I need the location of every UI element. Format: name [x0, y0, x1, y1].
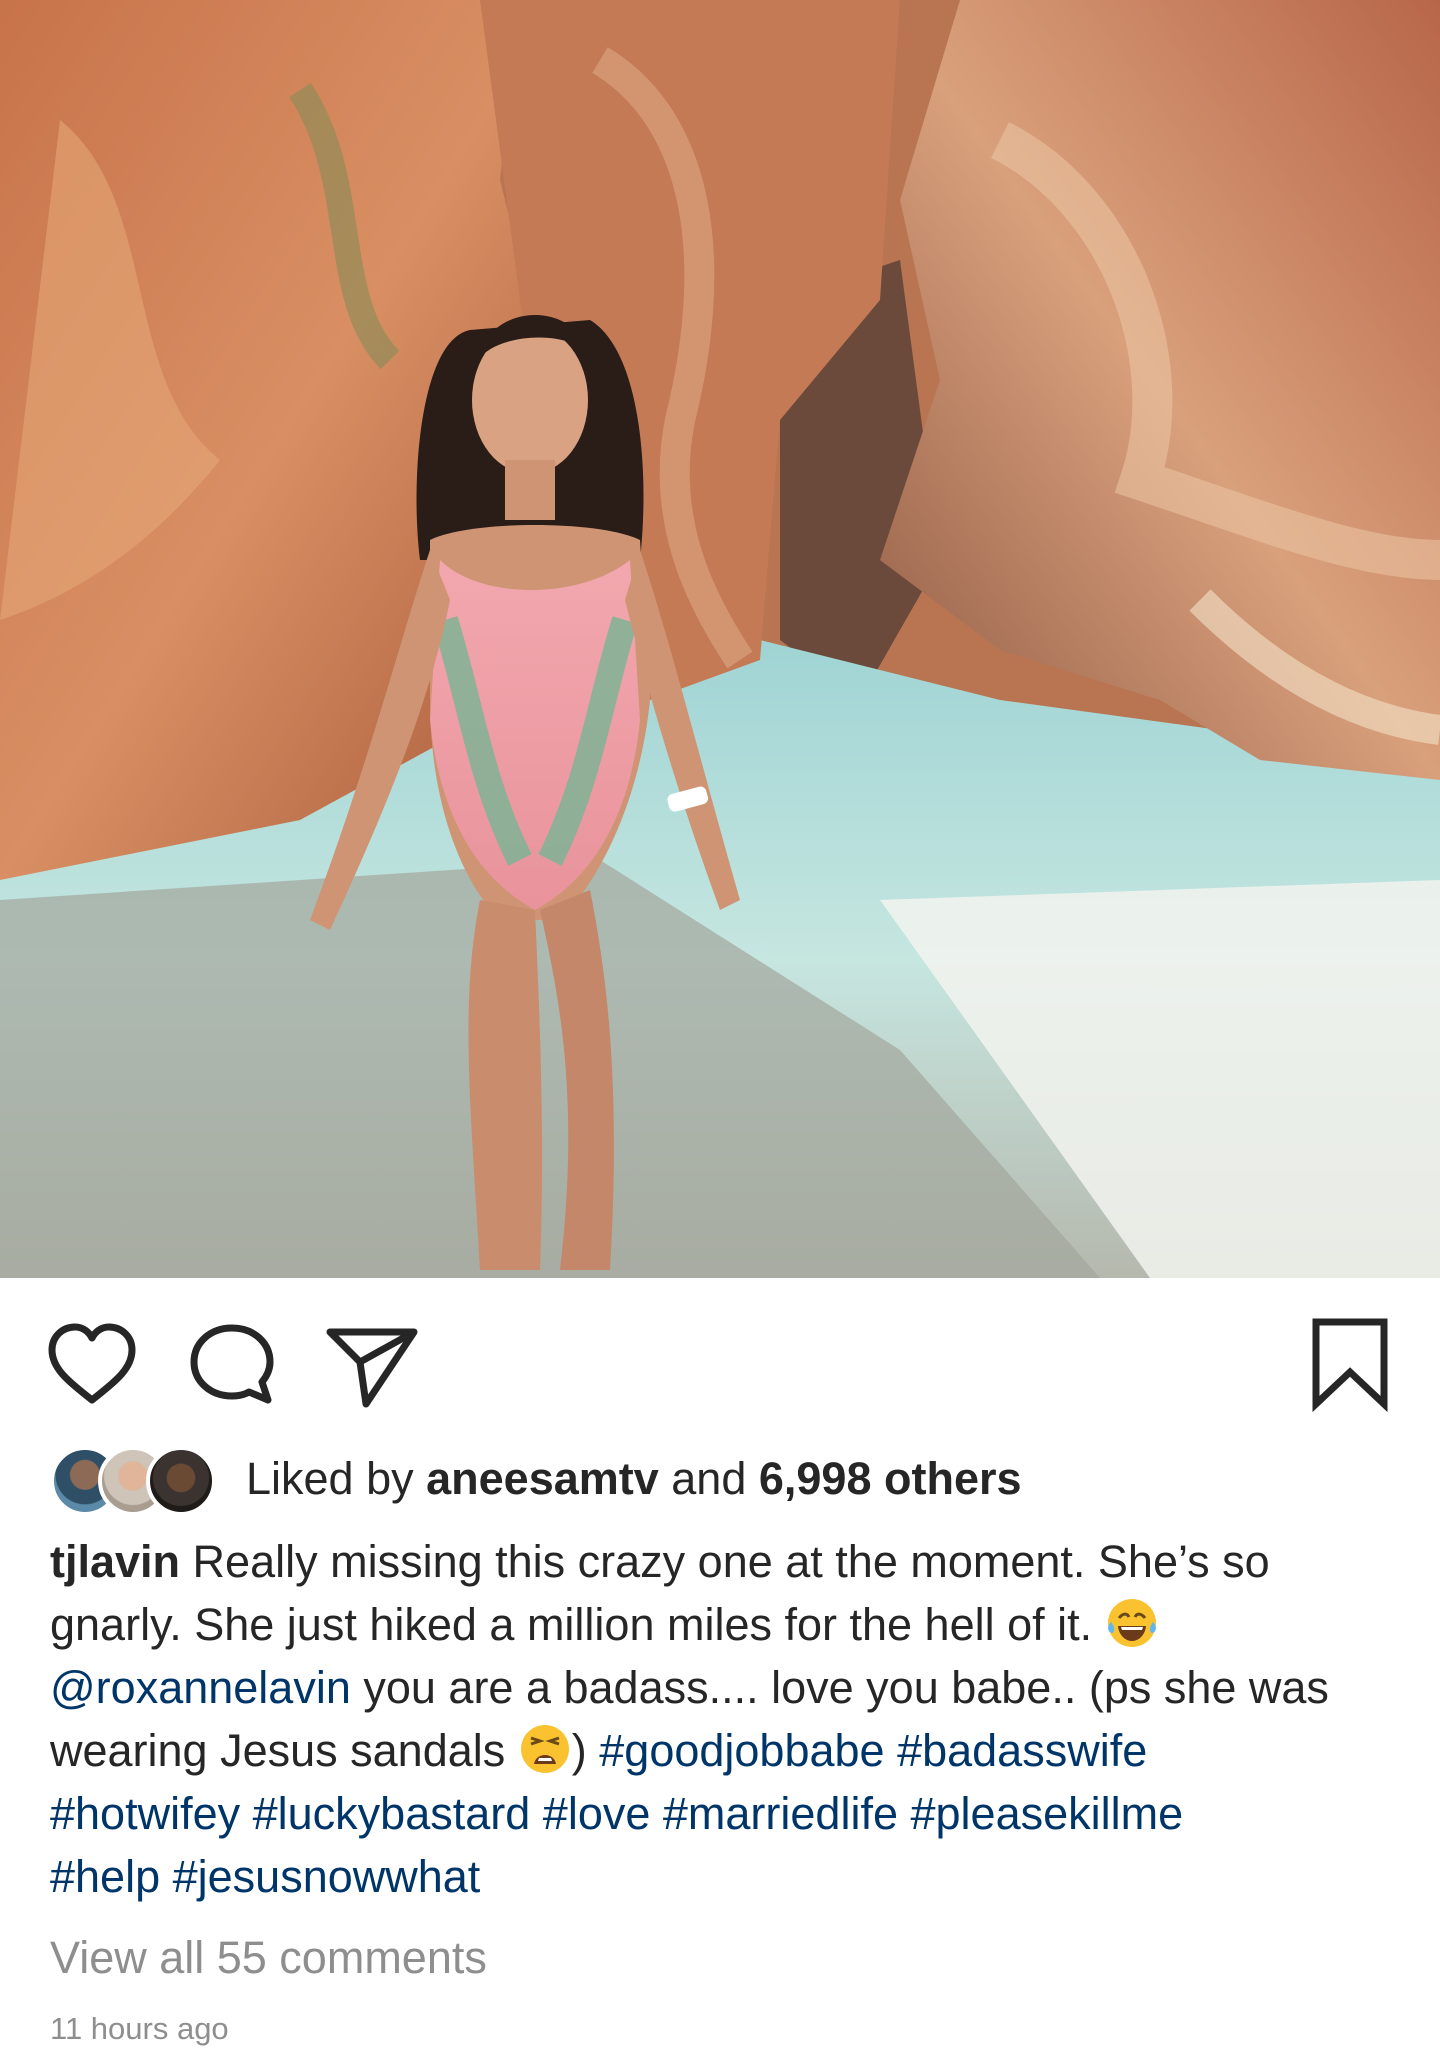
- caption-username-link[interactable]: tjlavin: [50, 1536, 180, 1587]
- like-button[interactable]: [42, 1314, 142, 1414]
- hashtag-link[interactable]: #luckybastard: [253, 1788, 531, 1839]
- weary-face-emoji-icon: [518, 1722, 572, 1776]
- heart-outline-icon: [48, 1323, 136, 1404]
- share-button[interactable]: [322, 1314, 422, 1414]
- tears-of-joy-emoji-icon: [1105, 1596, 1159, 1650]
- likes-summary[interactable]: Liked by aneesamtv and 6,998 others: [50, 1444, 1410, 1516]
- liker-username-link[interactable]: aneesamtv: [426, 1453, 659, 1504]
- paper-plane-icon: [326, 1328, 418, 1408]
- likes-count-link[interactable]: 6,998 others: [759, 1453, 1022, 1504]
- likes-text: Liked by aneesamtv and 6,998 others: [246, 1453, 1022, 1505]
- hashtag-link[interactable]: #pleasekillme: [911, 1788, 1184, 1839]
- hashtag-link[interactable]: #badasswife: [897, 1725, 1147, 1776]
- hashtag-link[interactable]: #goodjobbabe: [599, 1725, 884, 1776]
- mention-link[interactable]: @roxannelavin: [50, 1662, 351, 1713]
- likes-prefix: Liked by: [246, 1453, 427, 1504]
- post-caption: tjlavin Really missing this crazy one at…: [50, 1530, 1395, 1908]
- comment-bubble-icon: [190, 1324, 274, 1404]
- hashtag-link[interactable]: #marriedlife: [663, 1788, 898, 1839]
- hashtag-link[interactable]: #jesusnowwhat: [173, 1851, 481, 1902]
- hashtag-link[interactable]: #love: [543, 1788, 651, 1839]
- post-action-bar: [0, 1278, 1440, 1448]
- post-photo-illustration: [0, 0, 1440, 1278]
- caption-text: ): [571, 1725, 600, 1776]
- avatar: [146, 1446, 216, 1516]
- save-button[interactable]: [1300, 1314, 1400, 1414]
- bookmark-outline-icon: [1312, 1318, 1388, 1413]
- hashtag-link[interactable]: #hotwifey: [50, 1788, 240, 1839]
- post-photo[interactable]: [0, 0, 1440, 1278]
- hashtag-link[interactable]: #help: [50, 1851, 160, 1902]
- post-timestamp: 11 hours ago: [50, 2011, 229, 2046]
- caption-text: Really missing this crazy one at the mom…: [50, 1536, 1270, 1650]
- view-all-comments-link[interactable]: View all 55 comments: [50, 1932, 487, 1984]
- likes-middle: and: [658, 1453, 759, 1504]
- comment-button[interactable]: [182, 1314, 282, 1414]
- liker-avatars: [50, 1444, 218, 1516]
